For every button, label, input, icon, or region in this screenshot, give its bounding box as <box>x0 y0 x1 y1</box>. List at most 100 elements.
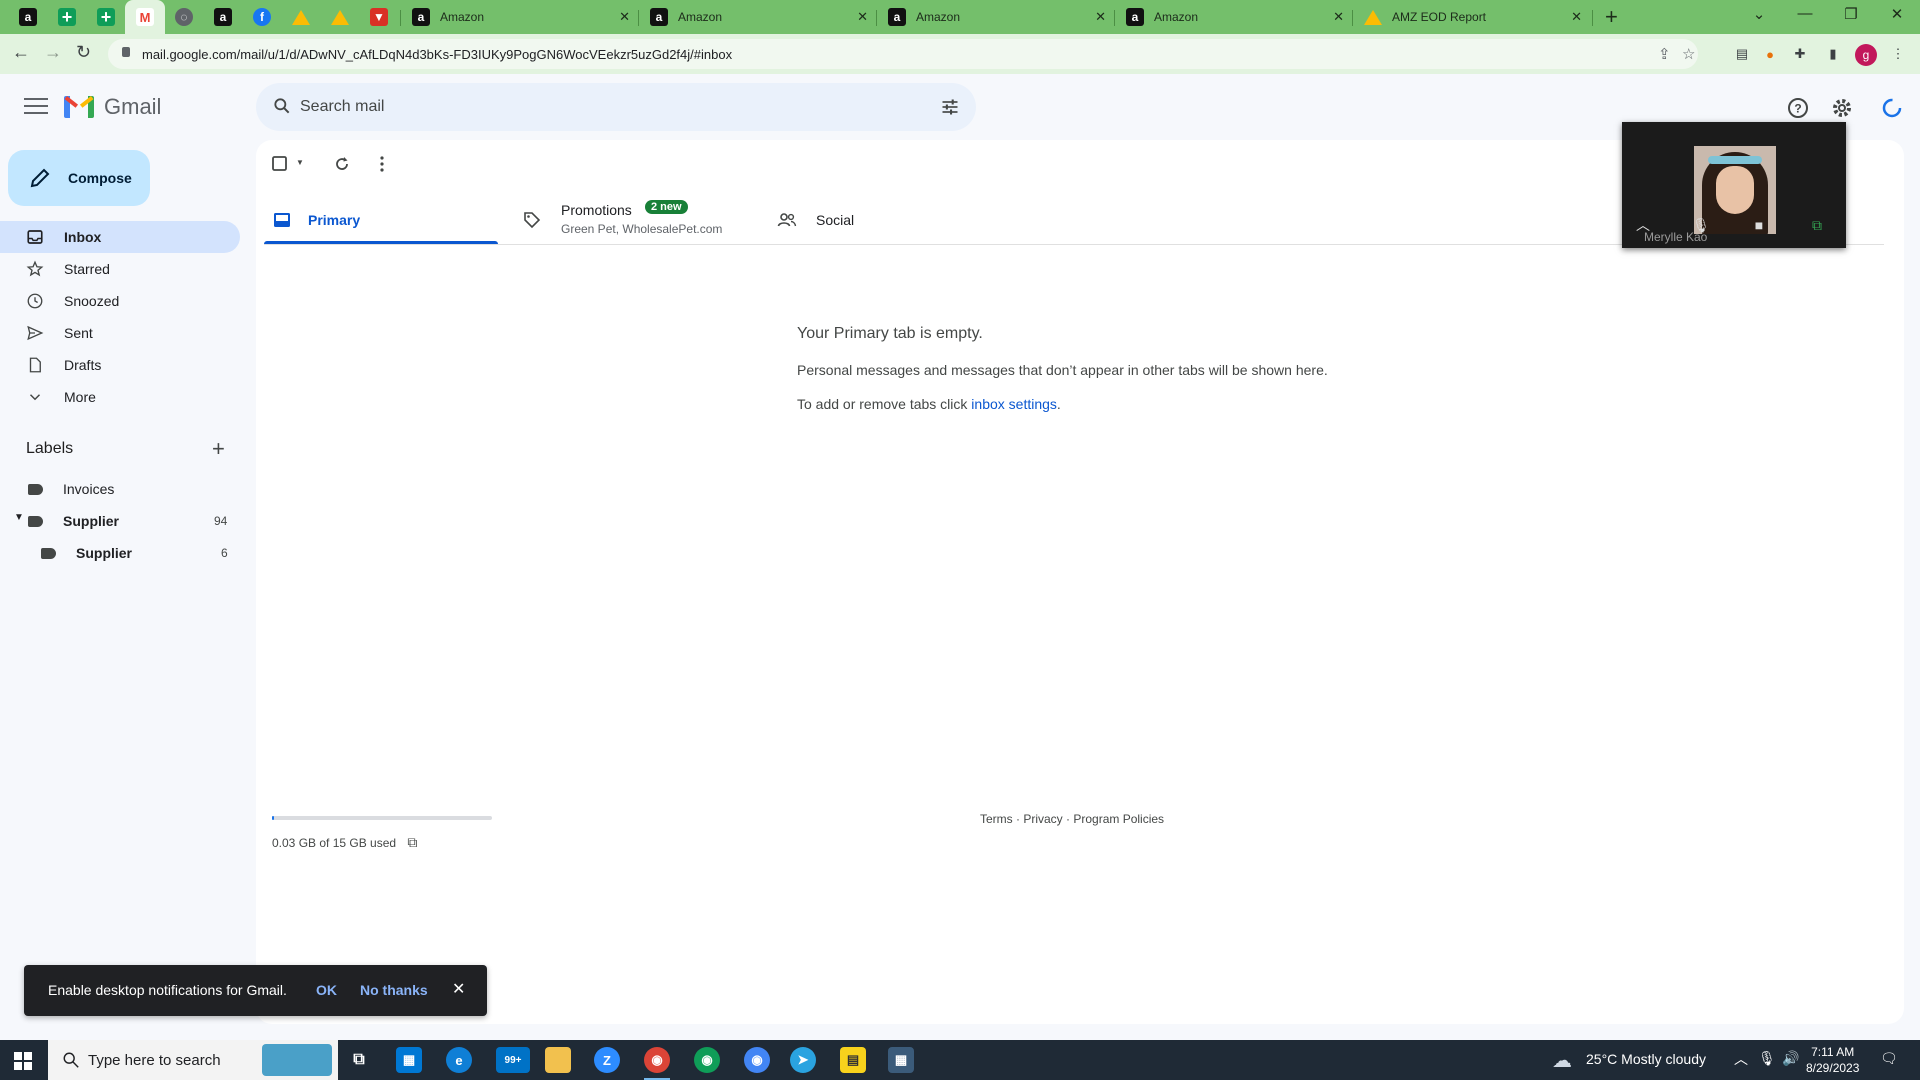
compose-button[interactable]: Compose <box>8 150 150 206</box>
notification-center-icon[interactable]: 🗨 <box>1880 1050 1898 1067</box>
tab-primary[interactable]: Primary <box>256 196 506 244</box>
browser-tab[interactable]: a Amazon ✕ <box>876 0 1114 34</box>
video-call-pip[interactable]: Merylle Kao ︿ 🎙 ■ ⧉ <box>1622 122 1846 248</box>
calculator-icon[interactable]: ▦ <box>888 1047 914 1073</box>
sticky-notes-icon[interactable]: ▤ <box>840 1047 866 1073</box>
restore-icon[interactable]: ❐ <box>1828 5 1874 23</box>
sidebar-item-inbox[interactable]: Inbox <box>0 221 240 253</box>
help-icon[interactable]: ? <box>1786 96 1810 120</box>
sidebar-item-snoozed[interactable]: Snoozed <box>0 285 240 317</box>
mic-off-icon[interactable]: 🎙 <box>1690 214 1712 236</box>
microphone-icon[interactable]: 🎙 <box>1758 1050 1776 1067</box>
pinned-tab-drive[interactable] <box>281 0 321 34</box>
store-icon[interactable]: ▦ <box>396 1047 422 1073</box>
share-icon[interactable]: ⇪ <box>1658 45 1671 63</box>
label-supplier-sub[interactable]: Supplier <box>41 538 132 568</box>
terms-link[interactable]: Terms <box>980 812 1013 826</box>
volume-icon[interactable]: 🔊 <box>1782 1050 1799 1067</box>
sidebar-item-drafts[interactable]: Drafts <box>0 349 240 381</box>
mail-icon[interactable]: 99+ <box>496 1047 530 1073</box>
tab-promotions[interactable]: Promotions <box>506 196 761 244</box>
label-supplier[interactable]: Supplier <box>28 506 119 536</box>
pinned-tab-drive[interactable] <box>320 0 360 34</box>
pop-out-icon[interactable]: ⧉ <box>1806 214 1828 236</box>
pinned-tab-sheets[interactable]: + <box>47 0 87 34</box>
pinned-tab-sheets[interactable]: + <box>86 0 126 34</box>
side-panel-icon[interactable]: ▮ <box>1823 44 1843 64</box>
reload-icon[interactable]: ↻ <box>76 42 91 63</box>
ok-button[interactable]: OK <box>316 982 337 998</box>
pinned-tab-red-app[interactable]: ▼ <box>359 0 399 34</box>
back-icon[interactable]: ← <box>12 42 30 63</box>
weather-text[interactable]: 25°C Mostly cloudy <box>1586 1051 1706 1067</box>
extension-icon[interactable]: ● <box>1760 44 1780 64</box>
zoom-icon[interactable]: Z <box>594 1047 620 1073</box>
refresh-icon[interactable] <box>332 154 352 174</box>
hint-prefix: To add or remove tabs click <box>797 396 972 412</box>
close-icon[interactable]: ✕ <box>1095 9 1106 25</box>
add-label-icon[interactable]: + <box>212 436 225 462</box>
main-menu-icon[interactable] <box>24 98 48 119</box>
no-thanks-button[interactable]: No thanks <box>360 982 428 998</box>
inbox-settings-link[interactable]: inbox settings <box>971 396 1057 412</box>
program-policies-link[interactable]: Program Policies <box>1073 812 1164 826</box>
file-explorer-icon[interactable] <box>545 1047 571 1073</box>
settings-gear-icon[interactable] <box>1830 96 1854 120</box>
address-bar[interactable]: mail.google.com/mail/u/1/d/ADwNV_cAfLDqN… <box>108 39 1698 69</box>
search-input[interactable] <box>300 83 900 131</box>
search-icon[interactable] <box>272 96 292 116</box>
privacy-link[interactable]: Privacy <box>1023 812 1062 826</box>
tab-search-icon[interactable]: ⌄ <box>1736 5 1782 23</box>
browser-tab[interactable]: a Amazon ✕ <box>638 0 876 34</box>
tray-chevron-icon[interactable]: ︿ <box>1734 1049 1748 1069</box>
tab-social[interactable]: Social <box>761 196 1011 244</box>
forward-icon[interactable]: → <box>44 42 62 63</box>
close-icon[interactable]: ✕ <box>1333 9 1344 25</box>
sidebar-item-starred[interactable]: Starred <box>0 253 240 285</box>
more-options-icon[interactable] <box>372 154 392 174</box>
close-icon[interactable]: ✕ <box>452 979 465 999</box>
chrome-icon[interactable]: ◉ <box>694 1047 720 1073</box>
select-checkbox-icon[interactable] <box>270 154 290 174</box>
gemini-icon[interactable] <box>1880 96 1904 120</box>
close-icon[interactable]: ✕ <box>857 9 868 25</box>
close-icon[interactable]: ✕ <box>619 9 630 25</box>
pinned-tab-gmail[interactable]: M <box>125 0 165 34</box>
url-text[interactable]: mail.google.com/mail/u/1/d/ADwNV_cAfLDqN… <box>142 47 732 62</box>
windows-start-icon[interactable] <box>14 1052 32 1070</box>
telegram-icon[interactable]: ➤ <box>790 1047 816 1073</box>
task-view-icon[interactable]: ⧉ <box>346 1047 372 1073</box>
camera-icon[interactable]: ■ <box>1748 214 1770 236</box>
taskbar-search[interactable]: Type here to search <box>48 1040 338 1080</box>
pinned-tab-globe[interactable]: ◌ <box>164 0 204 34</box>
chrome-icon[interactable]: ◉ <box>644 1047 670 1080</box>
search-options-icon[interactable] <box>940 97 960 117</box>
browser-tab[interactable]: a Amazon ✕ <box>1114 0 1352 34</box>
sidebar-item-more[interactable]: More <box>0 381 240 413</box>
chevron-up-icon[interactable]: ︿ <box>1632 214 1654 236</box>
label-invoices[interactable]: Invoices <box>28 474 114 504</box>
bookmark-star-icon[interactable]: ☆ <box>1682 45 1695 63</box>
clock[interactable]: 7:11 AM 8/29/2023 <box>1806 1044 1859 1076</box>
search-bar[interactable] <box>256 83 976 131</box>
puzzle-icon[interactable]: ✚ <box>1790 44 1810 64</box>
pinned-tab-facebook[interactable]: f <box>242 0 282 34</box>
close-window-icon[interactable]: ✕ <box>1874 5 1920 23</box>
chrome-icon[interactable]: ◉ <box>744 1047 770 1073</box>
minimize-icon[interactable]: — <box>1782 5 1828 22</box>
select-dropdown-icon[interactable]: ▼ <box>296 158 304 167</box>
sidebar-item-sent[interactable]: Sent <box>0 317 240 349</box>
new-tab-icon[interactable]: + <box>1605 4 1618 30</box>
browser-menu-icon[interactable]: ⋮ <box>1888 44 1908 64</box>
edge-icon[interactable]: e <box>446 1047 472 1073</box>
close-icon[interactable]: ✕ <box>1571 9 1582 25</box>
browser-tab[interactable]: AMZ EOD Report ✕ <box>1352 0 1590 34</box>
pinned-tab-amazon[interactable]: a <box>8 0 48 34</box>
extension-off-icon[interactable]: ▤ <box>1732 44 1752 64</box>
browser-tab[interactable]: a Amazon ✕ <box>400 0 638 34</box>
gmail-logo[interactable]: Gmail <box>64 94 161 120</box>
caret-down-icon[interactable]: ▼ <box>14 512 24 523</box>
pinned-tab-amazon[interactable]: a <box>203 0 243 34</box>
open-external-icon[interactable]: ⧉ <box>407 834 417 850</box>
profile-avatar[interactable]: g <box>1855 44 1877 66</box>
